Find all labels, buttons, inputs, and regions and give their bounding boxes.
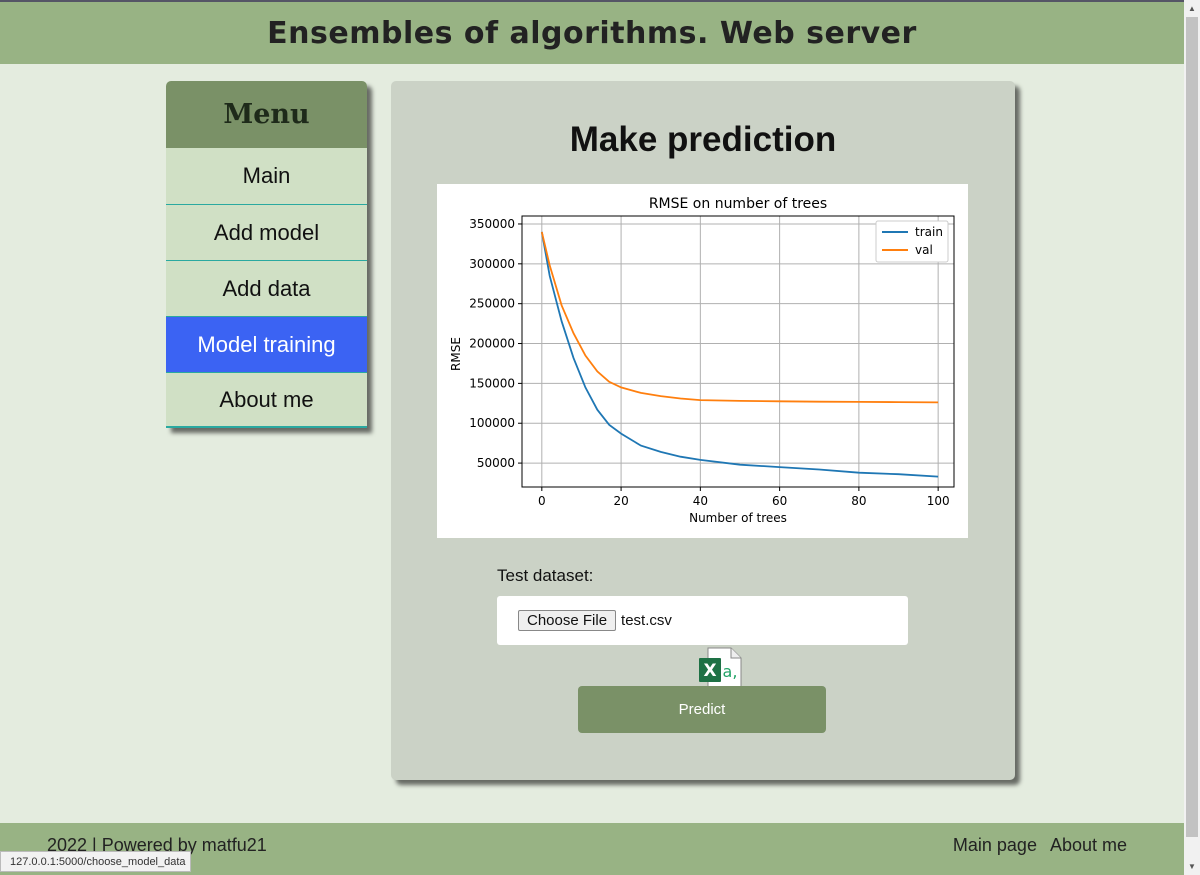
menu-item-add-model[interactable]: Add model: [166, 204, 367, 260]
site-title: Ensembles of algorithms. Web server: [267, 15, 917, 51]
menu-item-main[interactable]: Main: [166, 148, 367, 204]
y-tick-label: 250000: [469, 297, 515, 311]
vertical-scrollbar[interactable]: ▲ ▼: [1184, 0, 1200, 875]
predict-button[interactable]: Predict: [578, 686, 826, 733]
x-tick-label: 100: [927, 494, 950, 508]
footer-links: Main page About me: [953, 835, 1127, 856]
legend-label-train: train: [915, 225, 943, 239]
status-bar-url: 127.0.0.1:5000/choose_model_data: [0, 851, 191, 872]
x-tick-label: 20: [613, 494, 628, 508]
x-tick-label: 40: [693, 494, 708, 508]
choose-file-button[interactable]: Choose File: [518, 610, 617, 631]
page: Ensembles of algorithms. Web server Menu…: [0, 0, 1184, 875]
selected-file-name: test.csv: [621, 612, 672, 629]
x-tick-label: 60: [772, 494, 787, 508]
sidebar-menu: Menu Main Add model Add data Model train…: [166, 81, 367, 428]
rmse-chart: RMSE on number of trees Number of trees …: [437, 184, 968, 538]
x-tick-label: 80: [851, 494, 866, 508]
chart-legend: train val: [875, 220, 949, 263]
menu-item-about-me[interactable]: About me: [166, 372, 367, 428]
chart-series: [540, 231, 939, 478]
y-tick-label: 150000: [469, 376, 515, 390]
menu-title: Menu: [166, 81, 367, 148]
chart-xlabel: Number of trees: [689, 511, 787, 525]
menu-item-model-training[interactable]: Model training: [166, 316, 367, 372]
x-tick-label: 0: [538, 494, 546, 508]
page-title: Make prediction: [569, 120, 837, 159]
scrollbar-thumb[interactable]: [1186, 17, 1198, 837]
scroll-down-icon[interactable]: ▼: [1184, 858, 1200, 875]
y-tick-label: 300000: [469, 257, 515, 271]
legend-label-val: val: [915, 243, 933, 257]
footer-link-main-page[interactable]: Main page: [953, 835, 1037, 856]
y-tick-label: 350000: [469, 217, 515, 231]
svg-text:a,: a,: [723, 662, 738, 681]
series-line-train: [540, 231, 939, 478]
scroll-up-icon[interactable]: ▲: [1184, 0, 1200, 17]
chart-title: RMSE on number of trees: [649, 196, 827, 212]
y-tick-label: 200000: [469, 337, 515, 351]
menu-item-add-data[interactable]: Add data: [166, 260, 367, 316]
site-header: Ensembles of algorithms. Web server: [0, 0, 1184, 64]
y-tick-label: 100000: [469, 416, 515, 430]
y-tick-label: 50000: [477, 456, 515, 470]
test-dataset-label: Test dataset:: [497, 566, 594, 585]
svg-text:X: X: [703, 661, 716, 681]
rmse-chart-svg: RMSE on number of trees Number of trees …: [449, 196, 955, 525]
chart-ylabel: RMSE: [449, 337, 463, 371]
footer-link-about-me[interactable]: About me: [1050, 835, 1127, 856]
file-input[interactable]: Choose File test.csv: [497, 596, 908, 645]
